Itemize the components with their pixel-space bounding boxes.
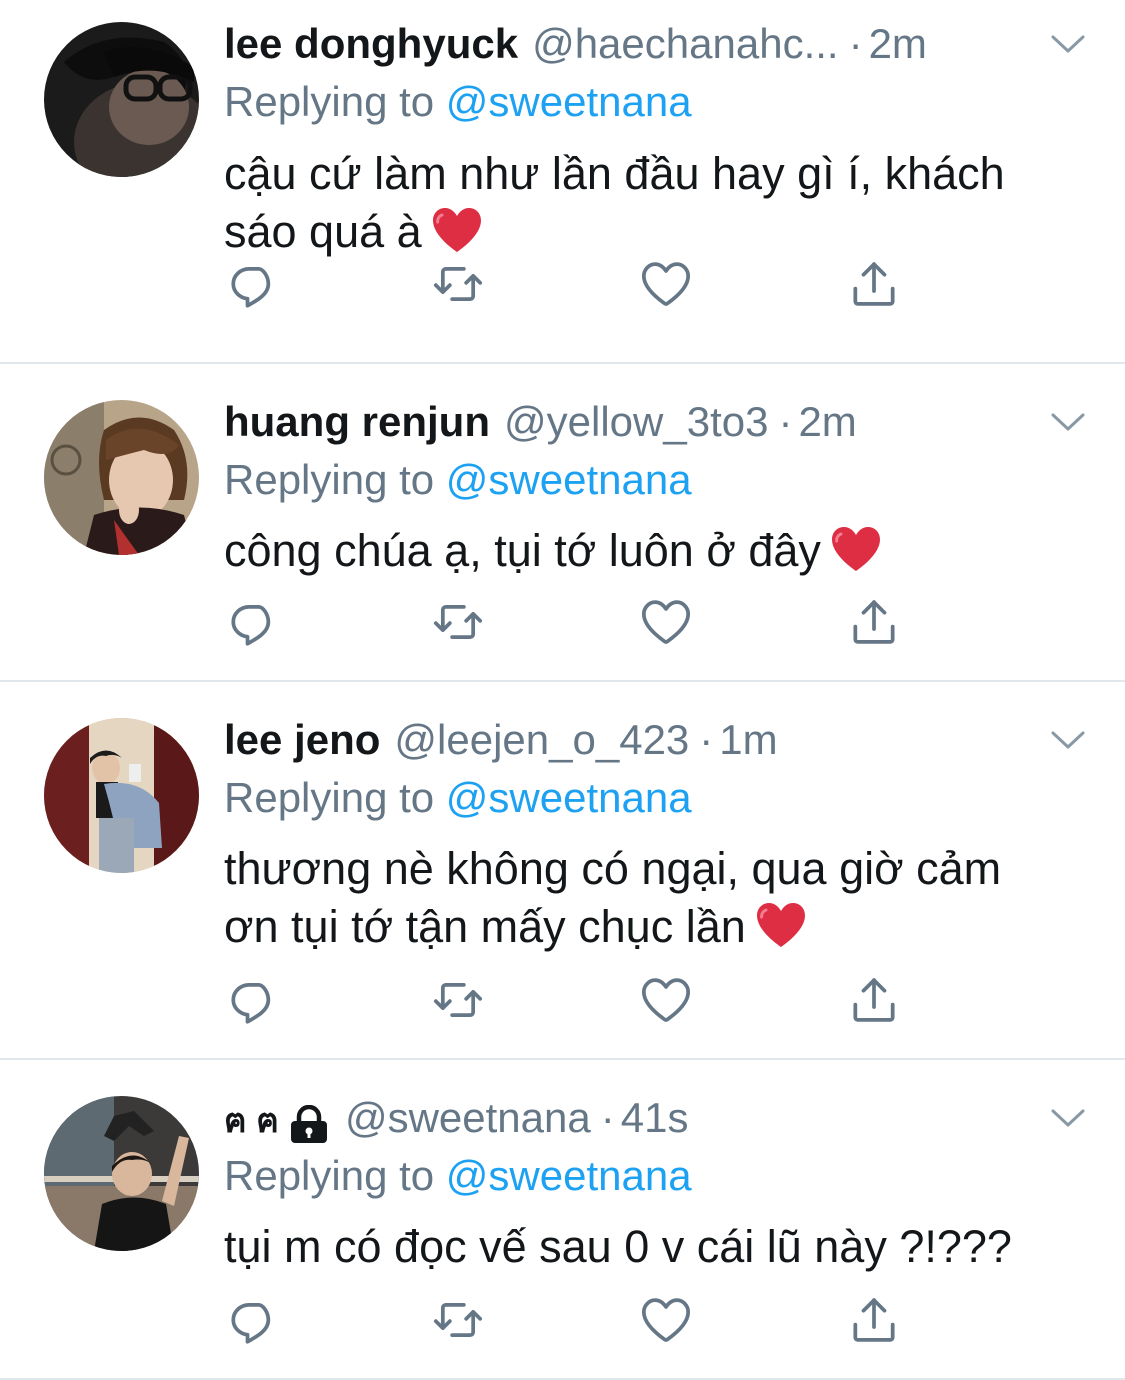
avatar[interactable] xyxy=(44,22,199,177)
retweet-button[interactable] xyxy=(430,594,486,650)
timestamp[interactable]: 41s xyxy=(621,1092,689,1144)
retweet-button[interactable] xyxy=(430,1292,486,1348)
red-heart-emoji xyxy=(829,524,883,574)
tweet-header: huang renjun @yellow_3to3 · 2m xyxy=(224,396,995,448)
retweet-button[interactable] xyxy=(430,256,486,312)
retweet-button[interactable] xyxy=(430,972,486,1028)
separator-dot: · xyxy=(600,1094,615,1141)
like-icon xyxy=(638,256,694,312)
reply-icon xyxy=(226,256,282,312)
like-icon xyxy=(638,594,694,650)
replying-to: Replying to @sweetnana xyxy=(224,454,692,506)
display-name[interactable]: huang renjun xyxy=(224,396,490,448)
reply-button[interactable] xyxy=(226,256,282,312)
red-heart-emoji xyxy=(754,900,808,950)
tweet[interactable]: huang renjun @yellow_3to3 · 2m Replying … xyxy=(0,364,1125,682)
share-button[interactable] xyxy=(846,972,902,1028)
lock-icon xyxy=(290,1105,327,1143)
user-handle[interactable]: @leejen_o_423 xyxy=(394,714,689,766)
tweet-text-content: thương nè không có ngại, qua giờ cảm ơn … xyxy=(224,843,1002,952)
tweet-text-content: công chúa ạ, tụi tớ luôn ở đây xyxy=(224,525,821,576)
tweet-text: thương nè không có ngại, qua giờ cảm ơn … xyxy=(224,840,1065,956)
timestamp[interactable]: 2m xyxy=(869,18,927,70)
user-handle[interactable]: @haechanahc... xyxy=(532,18,839,70)
retweet-icon xyxy=(430,1292,486,1348)
retweet-icon xyxy=(430,594,486,650)
chevron-down-icon[interactable] xyxy=(1049,32,1087,56)
share-icon xyxy=(846,1292,902,1348)
display-name[interactable]: lee donghyuck xyxy=(224,18,518,70)
replying-label: Replying to xyxy=(224,78,435,125)
timestamp[interactable]: 2m xyxy=(798,396,856,448)
replying-label: Replying to xyxy=(224,456,435,503)
share-button[interactable] xyxy=(846,1292,902,1348)
like-button[interactable] xyxy=(638,972,694,1028)
tweet-actions xyxy=(226,594,906,650)
red-heart-emoji xyxy=(430,205,484,255)
mention-link[interactable]: @sweetnana xyxy=(446,78,692,125)
avatar[interactable] xyxy=(44,1096,199,1251)
tweet-header: lee jeno @leejen_o_423 · 1m xyxy=(224,714,995,766)
replying-label: Replying to xyxy=(224,1152,435,1199)
chevron-down-icon[interactable] xyxy=(1049,1106,1087,1130)
reply-icon xyxy=(226,594,282,650)
like-button[interactable] xyxy=(638,1292,694,1348)
display-name[interactable]: ฅ ฅ xyxy=(224,1095,331,1144)
mention-link[interactable]: @sweetnana xyxy=(446,456,692,503)
tweet-actions xyxy=(226,972,906,1028)
reply-button[interactable] xyxy=(226,1292,282,1348)
replying-label: Replying to xyxy=(224,774,435,821)
replying-to: Replying to @sweetnana xyxy=(224,76,692,128)
user-handle[interactable]: @sweetnana xyxy=(345,1092,591,1144)
avatar[interactable] xyxy=(44,400,199,555)
separator-dot: · xyxy=(778,398,793,445)
display-name[interactable]: lee jeno xyxy=(224,714,380,766)
like-button[interactable] xyxy=(638,256,694,312)
tweet-header: ฅ ฅ @sweetnana · 41s xyxy=(224,1092,995,1144)
tweet-text: cậu cứ làm như lần đầu hay gì í, khách s… xyxy=(224,145,1065,261)
tweet-text: công chúa ạ, tụi tớ luôn ở đây xyxy=(224,522,1065,580)
reply-button[interactable] xyxy=(226,972,282,1028)
tweet-text-content: cậu cứ làm như lần đầu hay gì í, khách s… xyxy=(224,148,1005,257)
mention-link[interactable]: @sweetnana xyxy=(446,1152,692,1199)
replying-to: Replying to @sweetnana xyxy=(224,772,692,824)
tweet-text-content: tụi m có đọc vế sau 0 v cái lũ này ?!??? xyxy=(224,1221,1012,1272)
tweet-header: lee donghyuck @haechanahc... · 2m xyxy=(224,18,995,70)
separator-dot: · xyxy=(848,20,863,67)
share-icon xyxy=(846,594,902,650)
retweet-icon xyxy=(430,972,486,1028)
timestamp[interactable]: 1m xyxy=(719,714,777,766)
share-button[interactable] xyxy=(846,256,902,312)
tweet-text: tụi m có đọc vế sau 0 v cái lũ này ?!??? xyxy=(224,1218,1065,1276)
share-icon xyxy=(846,256,902,312)
avatar[interactable] xyxy=(44,718,199,873)
chevron-down-icon[interactable] xyxy=(1049,410,1087,434)
retweet-icon xyxy=(430,256,486,312)
reply-feed: lee donghyuck @haechanahc... · 2m Replyi… xyxy=(0,0,1125,1380)
tweet[interactable]: ฅ ฅ @sweetnana · 41s Replying to @sweetn… xyxy=(0,1060,1125,1380)
chevron-down-icon[interactable] xyxy=(1049,728,1087,752)
share-button[interactable] xyxy=(846,594,902,650)
share-icon xyxy=(846,972,902,1028)
display-name-text: ฅ ฅ xyxy=(224,1102,279,1140)
tweet-actions xyxy=(226,1292,906,1348)
reply-icon xyxy=(226,1292,282,1348)
like-icon xyxy=(638,972,694,1028)
replying-to: Replying to @sweetnana xyxy=(224,1150,692,1202)
tweet[interactable]: lee donghyuck @haechanahc... · 2m Replyi… xyxy=(0,0,1125,364)
tweet-actions xyxy=(226,256,906,312)
reply-icon xyxy=(226,972,282,1028)
user-handle[interactable]: @yellow_3to3 xyxy=(504,396,768,448)
reply-button[interactable] xyxy=(226,594,282,650)
like-icon xyxy=(638,1292,694,1348)
like-button[interactable] xyxy=(638,594,694,650)
mention-link[interactable]: @sweetnana xyxy=(446,774,692,821)
tweet[interactable]: lee jeno @leejen_o_423 · 1m Replying to … xyxy=(0,682,1125,1060)
separator-dot: · xyxy=(699,716,714,763)
